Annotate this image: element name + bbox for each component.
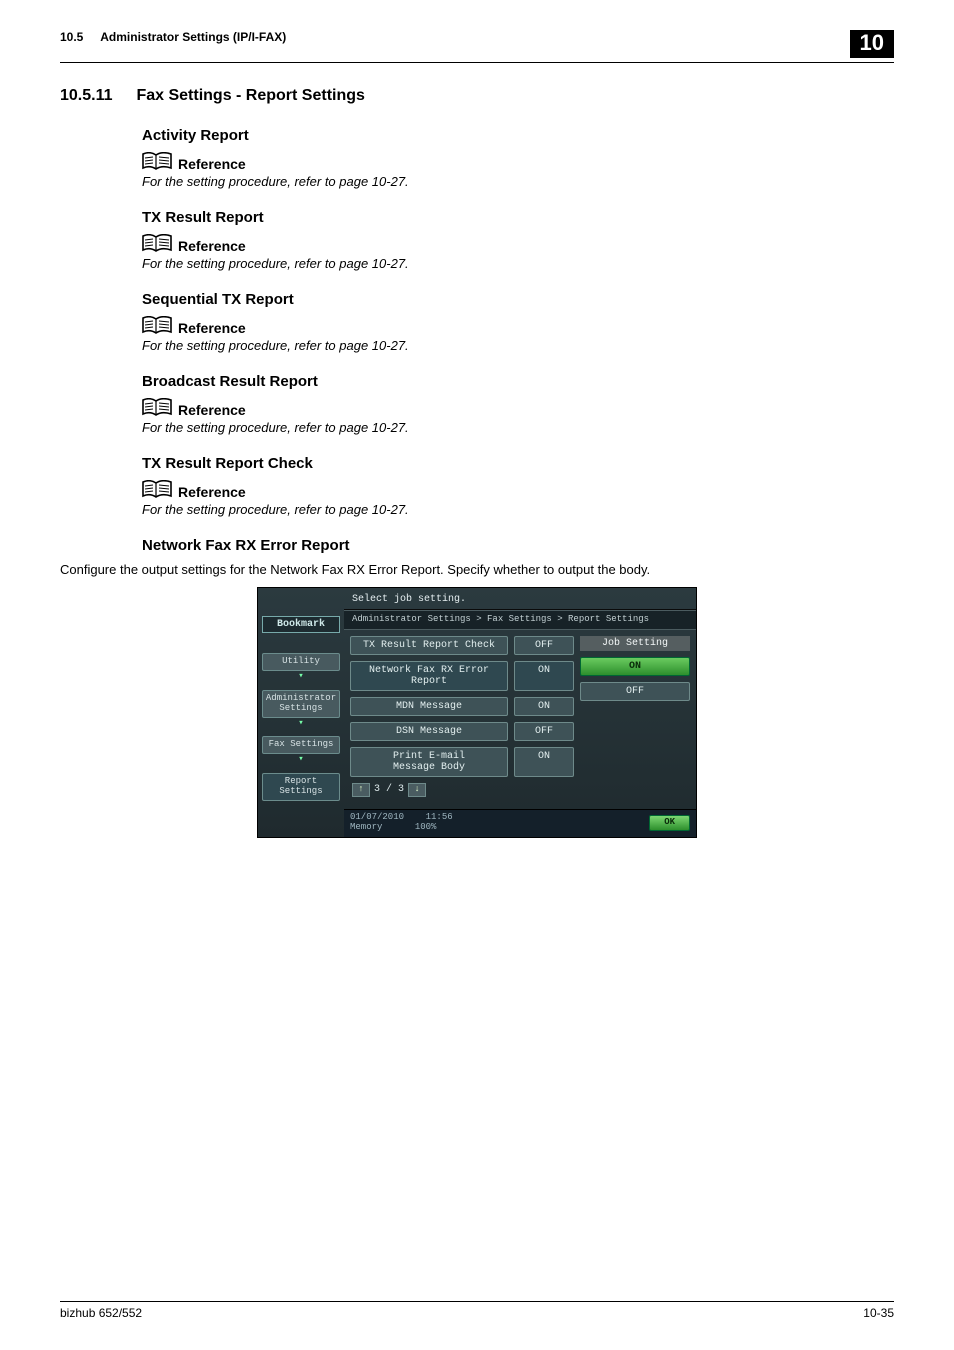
setting-value: ON [514,697,574,716]
chapter-badge: 10 [850,30,894,58]
footer-time: 11:56 [426,812,453,822]
page-up-button[interactable]: ↑ [352,783,370,797]
reference-text: For the setting procedure, refer to page… [142,338,894,353]
reference-text: For the setting procedure, refer to page… [142,420,894,435]
setting-label: Print E-mail Message Body [350,747,508,777]
options-column: Job Setting ON OFF [580,636,690,803]
header-left: 10.5 Administrator Settings (IP/I-FAX) [60,30,850,44]
footer-memory-label: Memory [350,822,382,832]
ok-button[interactable]: OK [649,815,690,831]
screenshot-footer: 01/07/2010 11:56 Memory 100% OK [344,809,696,837]
settings-list: TX Result Report Check OFF Network Fax R… [350,636,574,803]
nav-utility[interactable]: Utility [262,653,340,671]
setting-label-line2: Message Body [393,762,465,773]
chevron-down-icon: ▾ [258,755,344,765]
nav-admin-settings[interactable]: Administrator Settings [262,690,340,718]
setting-value: ON [514,747,574,777]
screenshot-sidebar: Bookmark Utility ▾ Administrator Setting… [258,588,344,837]
reference-block: Reference For the setting procedure, ref… [142,316,894,353]
reference-label: Reference [178,484,246,500]
heading-sequential-tx-report: Sequential TX Report [142,291,894,308]
nav-fax-settings[interactable]: Fax Settings [262,736,340,754]
reference-text: For the setting procedure, refer to page… [142,502,894,517]
reference-block: Reference For the setting procedure, ref… [142,398,894,435]
footer-date: 01/07/2010 [350,812,404,822]
setting-row[interactable]: TX Result Report Check OFF [350,636,574,655]
footer-pagenum: 10-35 [863,1306,894,1320]
book-icon [142,152,172,172]
page-footer: bizhub 652/552 10-35 [60,1301,894,1320]
nav-admin-line2: Settings [279,703,322,713]
reference-label: Reference [178,320,246,336]
footer-product: bizhub 652/552 [60,1306,863,1320]
bookmark-tab[interactable]: Bookmark [262,616,340,633]
book-icon [142,234,172,254]
section-title: Administrator Settings (IP/I-FAX) [100,30,286,44]
option-on-button[interactable]: ON [580,657,690,676]
footer-meta: 01/07/2010 11:56 Memory 100% [350,813,649,833]
heading-broadcast-result-report: Broadcast Result Report [142,373,894,390]
reference-text: For the setting procedure, refer to page… [142,256,894,271]
setting-value: OFF [514,722,574,741]
reference-block: Reference For the setting procedure, ref… [142,152,894,189]
reference-label: Reference [178,402,246,418]
book-icon [142,480,172,500]
setting-label-line1: Print E-mail [393,751,465,762]
setting-row[interactable]: Print E-mail Message Body ON [350,747,574,777]
reference-block: Reference For the setting procedure, ref… [142,234,894,271]
setting-row[interactable]: Network Fax RX Error Report ON [350,661,574,691]
setting-label: Network Fax RX Error Report [350,661,508,691]
book-icon [142,316,172,336]
main-heading-number: 10.5.11 [60,87,132,105]
setting-row[interactable]: DSN Message OFF [350,722,574,741]
page-header: 10.5 Administrator Settings (IP/I-FAX) 1… [60,30,894,63]
setting-label: DSN Message [350,722,508,741]
breadcrumb: Administrator Settings > Fax Settings > … [344,610,696,630]
book-icon [142,398,172,418]
pager: ↑ 3 / 3 ↓ [352,783,574,797]
screenshot-title: Select job setting. [344,588,696,610]
options-title: Job Setting [580,636,690,651]
heading-tx-result-report: TX Result Report [142,209,894,226]
reference-label: Reference [178,156,246,172]
setting-value: ON [514,661,574,691]
page-indicator: 3 / 3 [374,784,404,795]
device-screenshot: Bookmark Utility ▾ Administrator Setting… [257,587,697,838]
section-number: 10.5 [60,30,83,44]
footer-memory-value: 100% [415,822,437,832]
heading-tx-result-report-check: TX Result Report Check [142,455,894,472]
chevron-down-icon: ▾ [258,719,344,729]
reference-block: Reference For the setting procedure, ref… [142,480,894,517]
setting-value: OFF [514,636,574,655]
option-off-button[interactable]: OFF [580,682,690,701]
setting-label: MDN Message [350,697,508,716]
heading-network-fax-rx-error-report: Network Fax RX Error Report [142,537,894,554]
main-heading: 10.5.11 Fax Settings - Report Settings [60,87,894,105]
heading-activity-report: Activity Report [142,127,894,144]
nav-report-settings[interactable]: Report Settings [262,773,340,801]
reference-text: For the setting procedure, refer to page… [142,174,894,189]
main-heading-title: Fax Settings - Report Settings [136,87,364,104]
chevron-down-icon: ▾ [258,672,344,682]
screenshot-main: Select job setting. Administrator Settin… [344,588,696,837]
reference-label: Reference [178,238,246,254]
page-down-button[interactable]: ↓ [408,783,426,797]
setting-label: TX Result Report Check [350,636,508,655]
setting-row[interactable]: MDN Message ON [350,697,574,716]
nav-admin-line1: Administrator [266,693,336,703]
network-fax-rx-description: Configure the output settings for the Ne… [60,562,894,577]
